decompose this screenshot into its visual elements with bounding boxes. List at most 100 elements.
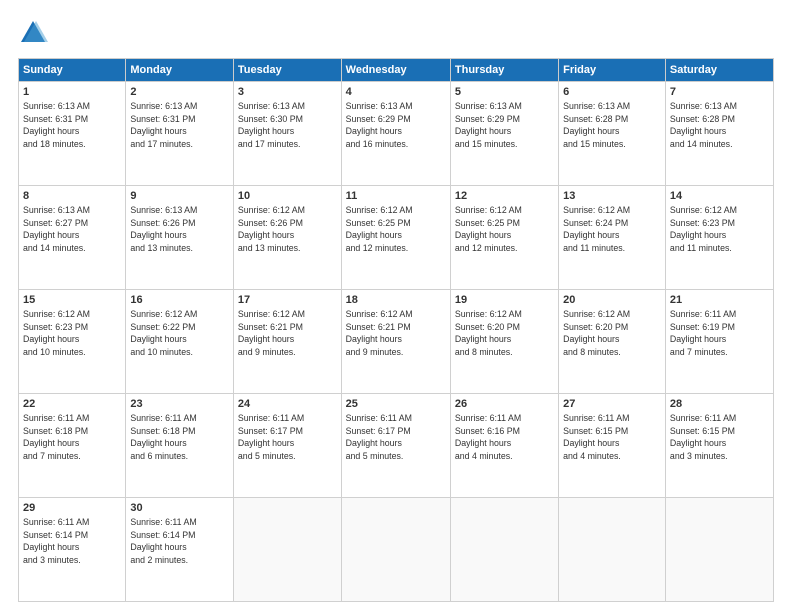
day-number: 29 (23, 501, 121, 516)
day-info: Sunrise: 6:11 AMSunset: 6:14 PMDaylight … (23, 517, 89, 565)
day-number: 12 (455, 189, 554, 204)
col-header-wednesday: Wednesday (341, 59, 450, 82)
day-info: Sunrise: 6:11 AMSunset: 6:17 PMDaylight … (346, 413, 412, 461)
calendar-cell: 2Sunrise: 6:13 AMSunset: 6:31 PMDaylight… (126, 82, 234, 186)
day-info: Sunrise: 6:11 AMSunset: 6:15 PMDaylight … (670, 413, 736, 461)
calendar-cell: 13Sunrise: 6:12 AMSunset: 6:24 PMDayligh… (559, 186, 666, 290)
day-info: Sunrise: 6:12 AMSunset: 6:23 PMDaylight … (670, 205, 737, 253)
calendar-cell (665, 498, 773, 602)
day-number: 25 (346, 397, 446, 412)
calendar-cell (559, 498, 666, 602)
day-info: Sunrise: 6:11 AMSunset: 6:18 PMDaylight … (130, 413, 196, 461)
week-row-4: 29Sunrise: 6:11 AMSunset: 6:14 PMDayligh… (19, 498, 774, 602)
day-number: 26 (455, 397, 554, 412)
day-number: 15 (23, 293, 121, 308)
day-number: 27 (563, 397, 661, 412)
calendar-cell: 21Sunrise: 6:11 AMSunset: 6:19 PMDayligh… (665, 290, 773, 394)
header-row: SundayMondayTuesdayWednesdayThursdayFrid… (19, 59, 774, 82)
week-row-1: 8Sunrise: 6:13 AMSunset: 6:27 PMDaylight… (19, 186, 774, 290)
day-number: 23 (130, 397, 229, 412)
calendar-cell: 24Sunrise: 6:11 AMSunset: 6:17 PMDayligh… (233, 394, 341, 498)
header (18, 18, 774, 48)
day-info: Sunrise: 6:11 AMSunset: 6:14 PMDaylight … (130, 517, 196, 565)
day-info: Sunrise: 6:12 AMSunset: 6:22 PMDaylight … (130, 309, 197, 357)
day-info: Sunrise: 6:13 AMSunset: 6:27 PMDaylight … (23, 205, 90, 253)
day-info: Sunrise: 6:12 AMSunset: 6:23 PMDaylight … (23, 309, 90, 357)
day-info: Sunrise: 6:11 AMSunset: 6:19 PMDaylight … (670, 309, 736, 357)
page: SundayMondayTuesdayWednesdayThursdayFrid… (0, 0, 792, 612)
day-info: Sunrise: 6:12 AMSunset: 6:20 PMDaylight … (455, 309, 522, 357)
day-info: Sunrise: 6:12 AMSunset: 6:21 PMDaylight … (346, 309, 413, 357)
calendar-cell: 17Sunrise: 6:12 AMSunset: 6:21 PMDayligh… (233, 290, 341, 394)
day-info: Sunrise: 6:11 AMSunset: 6:15 PMDaylight … (563, 413, 629, 461)
calendar-cell: 7Sunrise: 6:13 AMSunset: 6:28 PMDaylight… (665, 82, 773, 186)
day-number: 20 (563, 293, 661, 308)
day-number: 2 (130, 85, 229, 100)
calendar-cell: 26Sunrise: 6:11 AMSunset: 6:16 PMDayligh… (450, 394, 558, 498)
day-number: 18 (346, 293, 446, 308)
day-number: 22 (23, 397, 121, 412)
calendar-cell: 30Sunrise: 6:11 AMSunset: 6:14 PMDayligh… (126, 498, 234, 602)
calendar-cell: 4Sunrise: 6:13 AMSunset: 6:29 PMDaylight… (341, 82, 450, 186)
calendar-cell: 8Sunrise: 6:13 AMSunset: 6:27 PMDaylight… (19, 186, 126, 290)
col-header-tuesday: Tuesday (233, 59, 341, 82)
day-info: Sunrise: 6:13 AMSunset: 6:30 PMDaylight … (238, 101, 305, 149)
day-number: 16 (130, 293, 229, 308)
calendar-cell: 27Sunrise: 6:11 AMSunset: 6:15 PMDayligh… (559, 394, 666, 498)
day-info: Sunrise: 6:13 AMSunset: 6:31 PMDaylight … (23, 101, 90, 149)
calendar-cell: 15Sunrise: 6:12 AMSunset: 6:23 PMDayligh… (19, 290, 126, 394)
day-info: Sunrise: 6:13 AMSunset: 6:29 PMDaylight … (455, 101, 522, 149)
day-number: 6 (563, 85, 661, 100)
col-header-thursday: Thursday (450, 59, 558, 82)
calendar-cell: 10Sunrise: 6:12 AMSunset: 6:26 PMDayligh… (233, 186, 341, 290)
day-info: Sunrise: 6:13 AMSunset: 6:29 PMDaylight … (346, 101, 413, 149)
col-header-sunday: Sunday (19, 59, 126, 82)
day-number: 3 (238, 85, 337, 100)
day-number: 17 (238, 293, 337, 308)
calendar-cell: 3Sunrise: 6:13 AMSunset: 6:30 PMDaylight… (233, 82, 341, 186)
calendar-cell: 12Sunrise: 6:12 AMSunset: 6:25 PMDayligh… (450, 186, 558, 290)
calendar-cell (341, 498, 450, 602)
day-number: 24 (238, 397, 337, 412)
calendar-cell: 1Sunrise: 6:13 AMSunset: 6:31 PMDaylight… (19, 82, 126, 186)
day-number: 13 (563, 189, 661, 204)
calendar-cell: 9Sunrise: 6:13 AMSunset: 6:26 PMDaylight… (126, 186, 234, 290)
day-info: Sunrise: 6:12 AMSunset: 6:25 PMDaylight … (455, 205, 522, 253)
calendar-cell: 23Sunrise: 6:11 AMSunset: 6:18 PMDayligh… (126, 394, 234, 498)
col-header-monday: Monday (126, 59, 234, 82)
day-number: 7 (670, 85, 769, 100)
day-number: 19 (455, 293, 554, 308)
calendar-cell: 22Sunrise: 6:11 AMSunset: 6:18 PMDayligh… (19, 394, 126, 498)
week-row-3: 22Sunrise: 6:11 AMSunset: 6:18 PMDayligh… (19, 394, 774, 498)
day-number: 4 (346, 85, 446, 100)
day-info: Sunrise: 6:12 AMSunset: 6:25 PMDaylight … (346, 205, 413, 253)
day-number: 5 (455, 85, 554, 100)
day-number: 30 (130, 501, 229, 516)
day-info: Sunrise: 6:13 AMSunset: 6:26 PMDaylight … (130, 205, 197, 253)
calendar-cell (233, 498, 341, 602)
day-info: Sunrise: 6:12 AMSunset: 6:21 PMDaylight … (238, 309, 305, 357)
day-info: Sunrise: 6:11 AMSunset: 6:17 PMDaylight … (238, 413, 304, 461)
calendar-cell: 19Sunrise: 6:12 AMSunset: 6:20 PMDayligh… (450, 290, 558, 394)
day-number: 10 (238, 189, 337, 204)
calendar-cell: 29Sunrise: 6:11 AMSunset: 6:14 PMDayligh… (19, 498, 126, 602)
day-info: Sunrise: 6:12 AMSunset: 6:26 PMDaylight … (238, 205, 305, 253)
day-number: 14 (670, 189, 769, 204)
day-info: Sunrise: 6:11 AMSunset: 6:18 PMDaylight … (23, 413, 89, 461)
calendar-cell: 5Sunrise: 6:13 AMSunset: 6:29 PMDaylight… (450, 82, 558, 186)
calendar-cell: 16Sunrise: 6:12 AMSunset: 6:22 PMDayligh… (126, 290, 234, 394)
day-number: 9 (130, 189, 229, 204)
logo-icon (18, 18, 48, 48)
day-info: Sunrise: 6:12 AMSunset: 6:20 PMDaylight … (563, 309, 630, 357)
calendar-table: SundayMondayTuesdayWednesdayThursdayFrid… (18, 58, 774, 602)
calendar-cell (450, 498, 558, 602)
day-number: 21 (670, 293, 769, 308)
day-info: Sunrise: 6:13 AMSunset: 6:28 PMDaylight … (563, 101, 630, 149)
day-info: Sunrise: 6:11 AMSunset: 6:16 PMDaylight … (455, 413, 521, 461)
week-row-0: 1Sunrise: 6:13 AMSunset: 6:31 PMDaylight… (19, 82, 774, 186)
calendar-cell: 28Sunrise: 6:11 AMSunset: 6:15 PMDayligh… (665, 394, 773, 498)
day-number: 11 (346, 189, 446, 204)
day-number: 8 (23, 189, 121, 204)
calendar-cell: 25Sunrise: 6:11 AMSunset: 6:17 PMDayligh… (341, 394, 450, 498)
col-header-saturday: Saturday (665, 59, 773, 82)
